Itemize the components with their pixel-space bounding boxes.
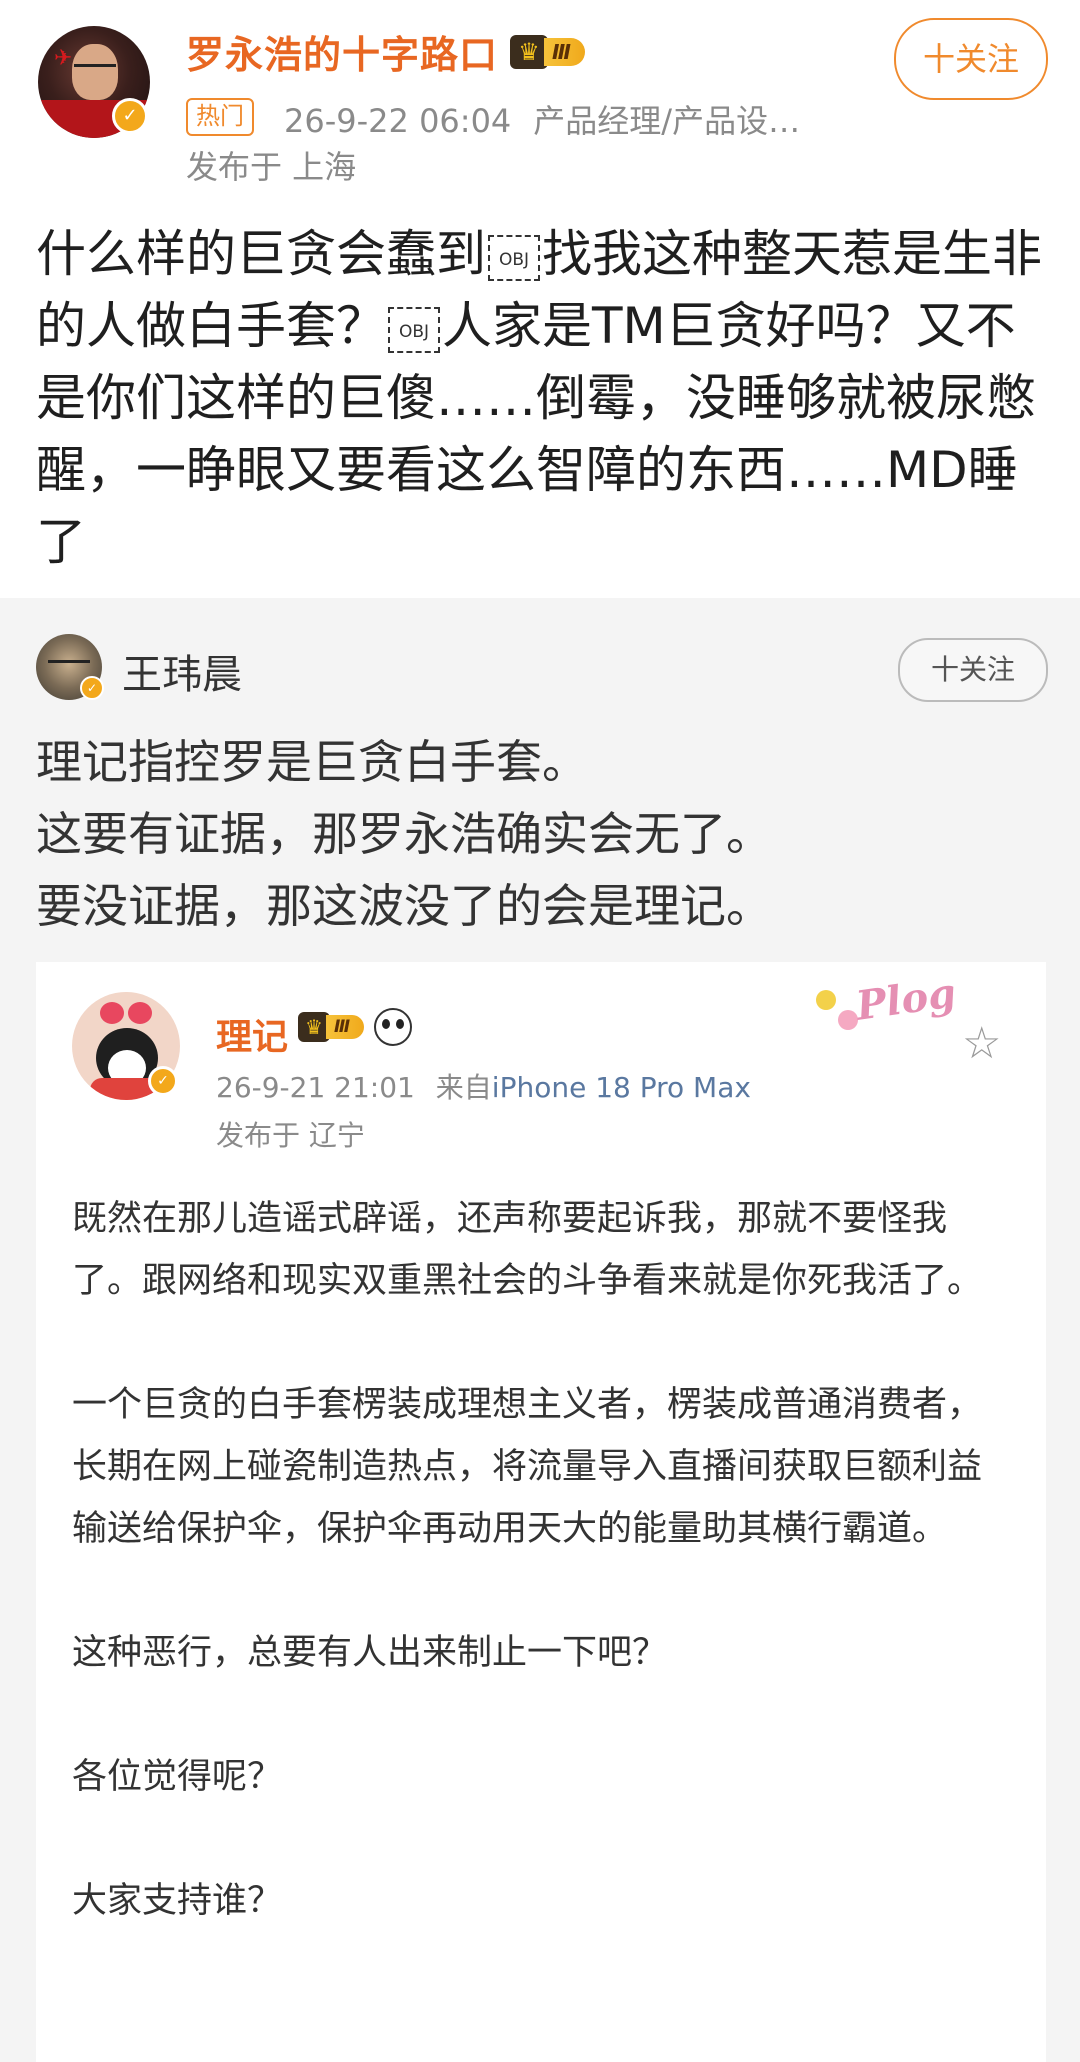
repost-line: 这要有证据，那罗永浩确实会无了。 <box>36 807 772 861</box>
favorite-star-icon[interactable]: ☆ <box>962 1018 1001 1069</box>
quoted-paragraph: 一个巨贪的白手套楞装成理想主义者，楞装成普通消费者，长期在网上碰瓷制造热点，将流… <box>72 1385 983 1549</box>
plog-sticker: Plog <box>816 969 966 1050</box>
object-placeholder-icon: OBJ <box>488 234 540 281</box>
quoted-post-body: 既然在那儿造谣式辟谣，还声称要起诉我，那就不要怪我了。跟网络和现实双重黑社会的斗… <box>72 1188 1012 1932</box>
post-location: 发布于 上海 <box>186 148 357 186</box>
author-category: 产品经理/产品设… <box>533 102 801 140</box>
verified-badge-icon: ✓ <box>112 98 148 134</box>
quoted-paragraph: 各位觉得呢？ <box>72 1757 283 1797</box>
quoted-author-name[interactable]: 理记 <box>216 1008 288 1060</box>
post-body: 什么样的巨贪会蠢到 OBJ 找我这种整天惹是生非的人做白手套？ OBJ 人家是TM巨贪好… <box>36 225 1042 571</box>
quoted-badges: ♛ Ⅲ <box>298 1008 413 1046</box>
quoted-paragraph: 大家支持谁？ <box>72 1881 283 1921</box>
quoted-post-card[interactable]: ✓ 理记 ♛ Ⅲ Plog ☆ 26-9-21 21:01 来自iPhone 1… <box>36 962 1046 2062</box>
verified-badge-icon: ✓ <box>148 1066 178 1096</box>
quoted-post-time: 26-9-21 21:01 <box>216 1071 415 1104</box>
author-name[interactable]: 罗永浩的十字路口 <box>186 24 498 79</box>
verified-badge-icon: ✓ <box>80 676 104 700</box>
post-time: 26-9-22 06:04 <box>284 102 512 140</box>
repost-author-name[interactable]: 王玮晨 <box>122 642 242 700</box>
post-meta: 26-9-22 06:04 产品经理/产品设… <box>284 96 800 142</box>
repost-follow-button[interactable]: 十关注 <box>898 638 1048 702</box>
object-placeholder-icon: OBJ <box>388 306 440 353</box>
quoted-paragraph: 这种恶行，总要有人出来制止一下吧？ <box>72 1633 668 1673</box>
follow-button[interactable]: 十关注 <box>894 18 1048 100</box>
quoted-post-location: 发布于 辽宁 <box>216 1119 365 1152</box>
panda-icon <box>374 1008 413 1046</box>
repost-line: 要没证据，那这波没了的会是理记。 <box>36 879 772 933</box>
member-level-badge[interactable]: ♛ Ⅲ <box>298 1008 365 1046</box>
crown-icon: ♛ <box>510 34 549 69</box>
quoted-post-meta: 26-9-21 21:01 来自iPhone 18 Pro Max <box>216 1071 751 1104</box>
source-device: iPhone 18 Pro Max <box>491 1071 751 1104</box>
bow-icon <box>100 1002 152 1028</box>
hot-tag: 热门 <box>186 98 254 136</box>
quoted-paragraph: 既然在那儿造谣式辟谣，还声称要起诉我，那就不要怪我了。跟网络和现实双重黑社会的斗… <box>72 1199 983 1301</box>
member-level-badge[interactable]: ♛ Ⅲ <box>510 33 585 71</box>
plane-logo-icon: ✈ <box>54 46 73 71</box>
repost-text: 理记指控罗是巨贪白手套。 这要有证据，那罗永浩确实会无了。 要没证据，那这波没了… <box>36 726 1046 942</box>
repost-line: 理记指控罗是巨贪白手套。 <box>36 735 588 789</box>
main-post: ✈ ✓ 罗永浩的十字路口 ♛ Ⅲ 十关注 热门 26-9-22 06:04 产品经… <box>0 0 1080 598</box>
